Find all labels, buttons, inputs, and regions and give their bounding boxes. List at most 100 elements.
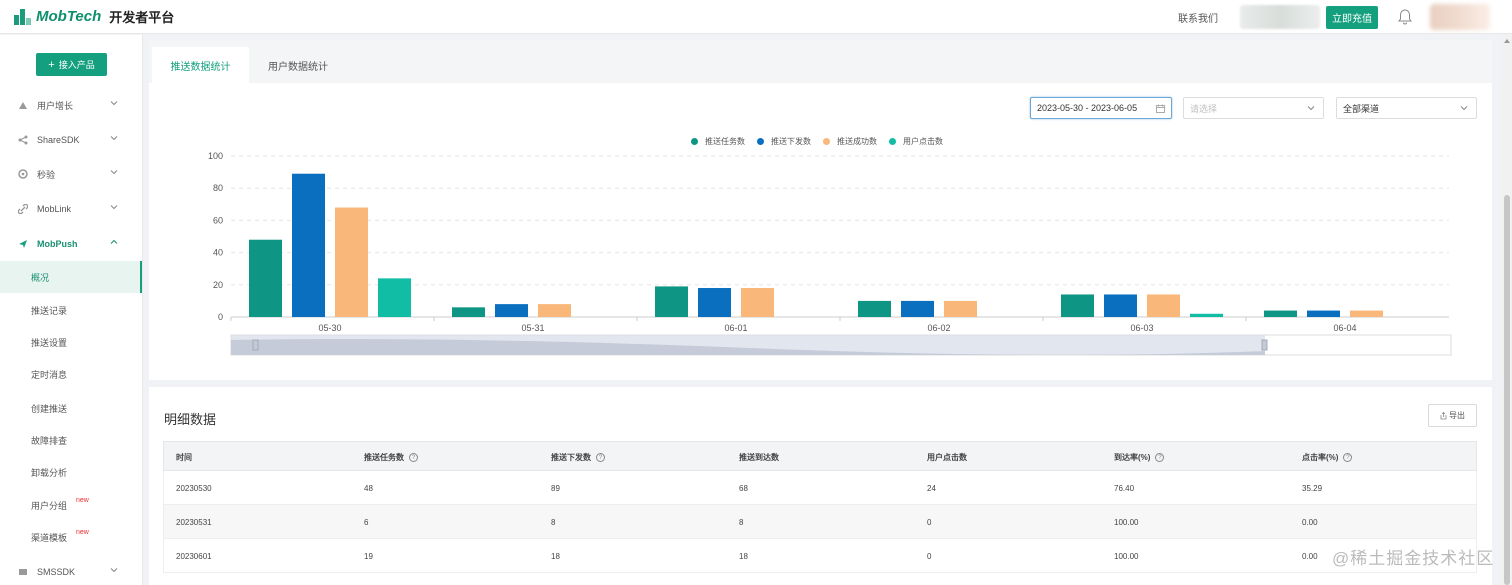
help-icon[interactable]: ? (1343, 452, 1353, 462)
chevron-down-icon (110, 205, 118, 210)
subitem-label: 定时消息 (31, 369, 68, 380)
chevron-down-icon (110, 568, 118, 573)
bar-chart: 0 20 40 60 80 100 05-30 05-31 06-01 06-02 06-03 06-… (208, 151, 1452, 356)
x-tick-label: 06-03 (1130, 323, 1153, 333)
bar (292, 173, 325, 317)
chevron-up-icon (110, 239, 118, 244)
table-cell: 24 (927, 483, 936, 493)
verify-icon (18, 169, 28, 179)
y-tick-label: 0 (218, 312, 223, 322)
subitem-label: 创建推送 (31, 403, 68, 414)
detail-title: 明细数据 (164, 412, 217, 427)
column-header: 用户点击数 (927, 442, 967, 472)
scroll-up-icon[interactable] (1504, 39, 1510, 43)
link-icon (18, 204, 28, 214)
bar (1350, 310, 1383, 317)
detail-card: 明细数据 导出 时间 推送任务数? 推送下发数? 推送到达数 用户点击数 到达率(%)? 点… (149, 387, 1492, 585)
add-product-label: 接入产品 (58, 60, 95, 70)
export-button[interactable]: 导出 (1428, 404, 1477, 427)
brand-name: MobTech (36, 8, 102, 25)
sidebar-item-mobpush[interactable]: MobPush (0, 228, 142, 260)
sidebar-item-smssdk[interactable]: SMSSDK (0, 556, 142, 585)
y-tick-label: 100 (208, 151, 223, 161)
sidebar-subitem-create-push[interactable]: 创建推送 (0, 392, 142, 424)
sidebar-subitem-push-records[interactable]: 推送记录 (0, 294, 142, 326)
help-icon[interactable]: ? (409, 452, 418, 462)
help-icon[interactable]: ? (596, 452, 605, 462)
table-cell: 100.00 (1114, 551, 1139, 561)
y-tick-label: 40 (213, 248, 223, 258)
sidebar-subitem-channel-templates[interactable]: 渠道模板 new (0, 521, 142, 553)
datazoom-handle-right (1261, 339, 1268, 351)
scrollbar-thumb[interactable] (1504, 195, 1510, 585)
x-tick-label: 06-04 (1333, 323, 1356, 333)
table-cell: 19 (364, 551, 373, 561)
column-header-label: 点击率(%) (1302, 452, 1339, 462)
sidebar-subitem-troubleshoot[interactable]: 故障排查 (0, 424, 142, 456)
subitem-label: 用户分组 (31, 500, 68, 511)
column-header-label: 推送下发数 (551, 452, 591, 462)
subitem-label: 推送记录 (31, 305, 68, 316)
contact-link[interactable]: 联系我们 (1178, 10, 1218, 25)
column-header-label: 到达率(%) (1114, 452, 1151, 462)
sidebar-item-verify[interactable]: 秒验 (0, 158, 142, 190)
table-row: 20230531 6 8 8 0 100.00 0.00 (163, 505, 1477, 539)
new-badge: new (76, 496, 89, 504)
bar (1104, 294, 1137, 317)
export-label: 导出 (1449, 411, 1465, 420)
bar (249, 239, 282, 317)
sidebar-subitem-push-settings[interactable]: 推送设置 (0, 326, 142, 358)
bar (378, 278, 411, 317)
table-cell: 0.00 (1302, 551, 1318, 561)
top-bar: MobTech 开发者平台 联系我们 立即充值 (0, 0, 1512, 34)
table-cell: 0 (927, 517, 932, 527)
brand-subtitle: 开发者平台 (109, 10, 175, 25)
sidebar-subitem-uninstall[interactable]: 卸载分析 (0, 456, 142, 488)
growth-icon (19, 102, 27, 109)
table-cell: 20230530 (176, 483, 212, 493)
subitem-label: 渠道模板 (31, 532, 68, 543)
x-tick-label: 05-30 (318, 323, 341, 333)
bar (858, 300, 891, 317)
bar (1264, 310, 1297, 317)
sidebar-subitem-user-groups[interactable]: 用户分组 new (0, 489, 142, 521)
table-body: 20230530 48 89 68 24 76.40 35.29 20230531 6 8 8 0 10… (163, 471, 1477, 573)
column-header-label: 推送任务数 (364, 452, 404, 462)
add-product-button[interactable]: + 接入产品 (36, 53, 107, 76)
table-header: 时间 推送任务数? 推送下发数? 推送到达数 用户点击数 到达率(%)? 点击率(%)? (163, 441, 1477, 471)
avatar[interactable] (1430, 4, 1490, 30)
recharge-button[interactable]: 立即充值 (1326, 5, 1378, 29)
sms-icon (19, 569, 27, 575)
sidebar-subitem-overview[interactable]: 概况 (0, 261, 142, 293)
table-cell: 0 (927, 551, 932, 561)
subitem-label: 故障排查 (31, 435, 68, 446)
help-icon[interactable]: ? (1155, 452, 1165, 462)
page-scrollbar[interactable] (1502, 35, 1512, 585)
sidebar-item-label: 秒验 (37, 169, 56, 180)
subitem-label: 推送设置 (31, 337, 68, 348)
logo[interactable]: MobTech 开发者平台 (14, 7, 174, 26)
column-header: 点击率(%)? (1302, 442, 1353, 472)
sidebar-subitem-scheduled[interactable]: 定时消息 (0, 358, 142, 390)
bar (335, 207, 368, 317)
bell-icon[interactable] (1398, 9, 1412, 25)
x-tick-label: 06-01 (724, 323, 747, 333)
y-tick-label: 60 (213, 215, 223, 225)
bar (1307, 310, 1340, 317)
table-cell: 8 (739, 517, 744, 527)
column-header: 推送到达数 (739, 442, 779, 472)
chevron-down-icon (110, 101, 118, 106)
sidebar-item-moblink[interactable]: MobLink (0, 193, 142, 225)
table-cell: 8 (551, 517, 556, 527)
table-row: 20230601 19 18 18 0 100.00 0.00 (163, 539, 1477, 573)
chevron-down-icon (110, 170, 118, 175)
table-cell: 18 (739, 551, 748, 561)
account-name[interactable] (1240, 5, 1320, 29)
datazoom-handle-left (252, 339, 259, 351)
column-header-label: 推送到达数 (739, 452, 779, 462)
sidebar-item-growth[interactable]: 用户增长 (0, 89, 142, 121)
bar (538, 304, 571, 317)
bar (452, 307, 485, 317)
sidebar-item-label: 用户增长 (37, 100, 74, 111)
sidebar-item-sharesdk[interactable]: ShareSDK (0, 124, 142, 156)
